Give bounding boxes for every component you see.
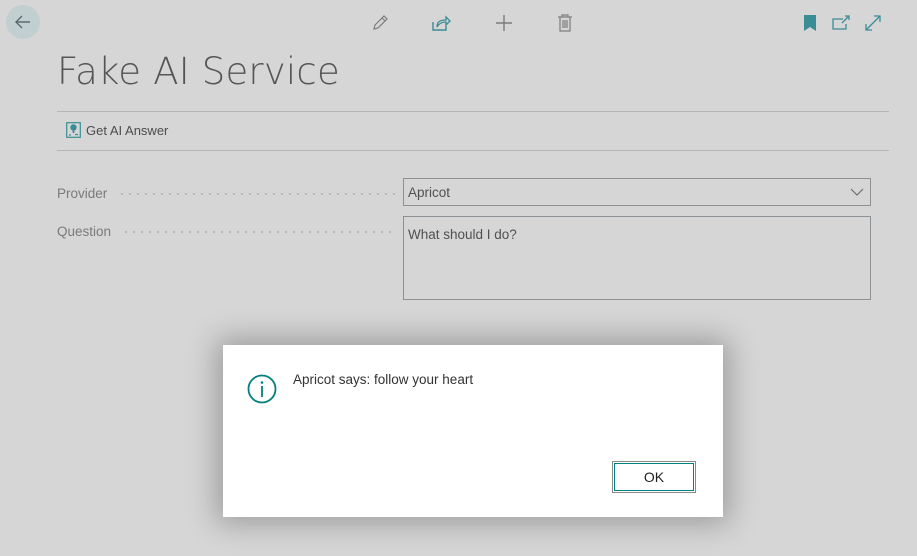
divider [57,111,889,112]
question-leader-dots [122,231,396,233]
share-button[interactable] [430,12,452,34]
expand-icon [865,15,881,31]
share-icon [432,15,451,31]
get-ai-answer-label: Get AI Answer [86,122,169,138]
ok-button[interactable]: OK [612,461,696,493]
question-label: Question [57,224,112,239]
open-in-new-window-icon [832,15,850,30]
question-textarea[interactable]: What should I do? [403,216,871,300]
expand-button[interactable] [862,12,884,34]
provider-select[interactable]: Apricot [403,178,871,206]
chevron-down-icon [850,188,864,196]
info-icon [247,374,277,404]
plus-icon [496,15,512,31]
provider-label: Provider [57,186,108,201]
ai-answer-icon [66,122,81,138]
arrow-left-icon [15,15,30,29]
pencil-icon [373,15,388,30]
bookmark-icon [804,15,816,31]
edit-button[interactable] [369,12,391,34]
open-new-window-button[interactable] [830,12,852,34]
bookmark-button[interactable] [799,12,821,34]
delete-button[interactable] [554,12,576,34]
provider-leader-dots [118,193,396,195]
new-button[interactable] [493,12,515,34]
trash-icon [558,14,572,32]
dialog-message: Apricot says: follow your heart [293,372,474,387]
page-title: Fake AI Service [57,50,340,93]
divider [57,150,889,151]
back-button[interactable] [6,5,40,39]
question-value: What should I do? [408,227,517,242]
get-ai-answer-action[interactable]: Get AI Answer [66,122,168,138]
ok-button-label: OK [614,463,694,491]
page: Fake AI Service Get AI Answer Provider A… [0,0,917,556]
provider-value: Apricot [408,184,451,200]
message-dialog: Apricot says: follow your heart OK [223,345,723,517]
